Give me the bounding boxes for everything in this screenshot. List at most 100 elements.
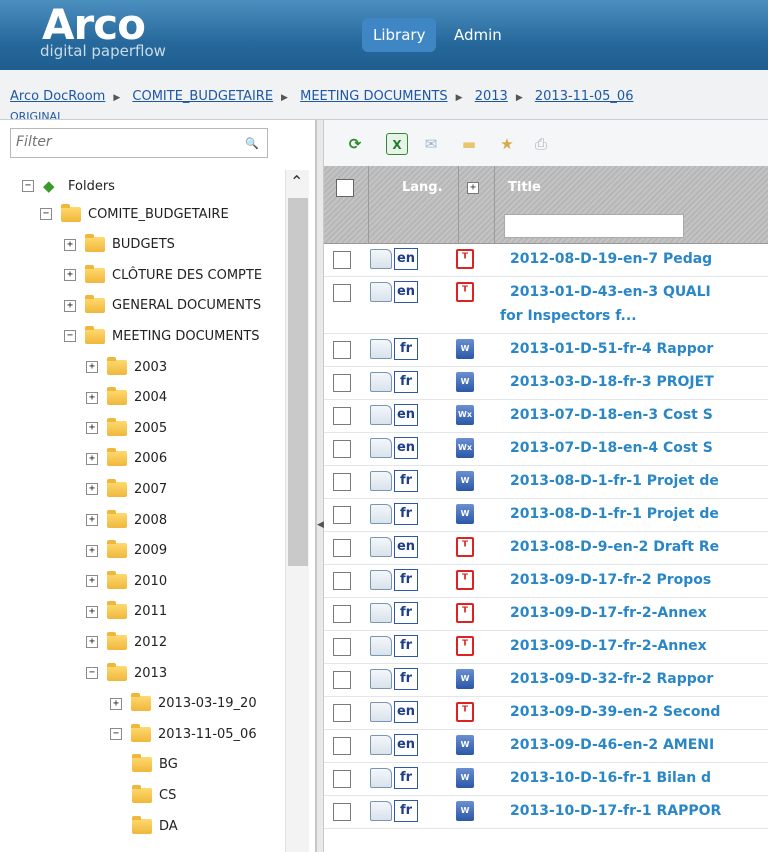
document-preview-icon[interactable] [370, 702, 392, 722]
tree-node[interactable]: + GENERAL DOCUMENTS [64, 294, 261, 318]
expand-icon[interactable]: + [86, 422, 98, 435]
print-icon[interactable]: ⎙ [530, 133, 552, 155]
pdf-icon[interactable]: ᵀ [456, 249, 474, 269]
tree-node[interactable]: +2004 [86, 386, 167, 410]
panel-splitter[interactable]: ◀ [316, 120, 324, 852]
table-row[interactable]: en W 2013-09-D-46-en-2 AMENI [324, 730, 768, 763]
document-title-link[interactable]: 2012-08-D-19-en-7 Pedag [510, 251, 712, 267]
document-preview-icon[interactable] [370, 372, 392, 392]
word-icon[interactable]: W [456, 372, 474, 392]
refresh-icon[interactable]: ⟳ [344, 133, 366, 155]
tree-node[interactable]: +2008 [86, 508, 167, 532]
word-icon[interactable]: W [456, 471, 474, 491]
document-title-link[interactable]: 2013-08-D-1-fr-1 Projet de [510, 473, 719, 489]
breadcrumb-overflow[interactable]: ORIGINAL [10, 110, 63, 119]
expand-icon[interactable]: + [86, 452, 98, 465]
collapse-icon[interactable]: − [40, 208, 52, 220]
table-row[interactable]: fr W 2013-08-D-1-fr-1 Projet de [324, 466, 768, 499]
expand-icon[interactable]: + [110, 697, 122, 710]
tree-node[interactable]: +2003 [86, 355, 167, 379]
document-preview-icon[interactable] [370, 570, 392, 590]
pdf-icon[interactable]: ᵀ [456, 570, 474, 590]
document-title-continued[interactable]: for Inspectors f... [500, 308, 637, 324]
document-title-link[interactable]: 2013-09-D-17-fr-2-Annex [510, 605, 707, 621]
word-icon[interactable]: W [456, 669, 474, 689]
breadcrumb-item[interactable]: Arco DocRoom [10, 89, 105, 104]
document-title-link[interactable]: 2013-10-D-16-fr-1 Bilan d [510, 770, 711, 786]
document-title-link[interactable]: 2013-09-D-17-fr-2-Annex [510, 638, 707, 654]
table-row[interactable]: en ᵀ 2013-08-D-9-en-2 Draft Re [324, 532, 768, 565]
row-checkbox[interactable] [333, 539, 351, 557]
filter-input[interactable] [11, 129, 231, 155]
breadcrumb-item[interactable]: MEETING DOCUMENTS [300, 89, 448, 104]
tree-node[interactable]: +2006 [86, 447, 167, 471]
document-preview-icon[interactable] [370, 636, 392, 656]
scroll-up-icon[interactable]: ⌃ [290, 172, 303, 191]
table-row[interactable]: fr W 2013-08-D-1-fr-1 Projet de [324, 499, 768, 532]
row-checkbox[interactable] [333, 251, 351, 269]
expand-icon[interactable]: + [86, 544, 98, 557]
tree-scrollbar[interactable]: ⌃ [285, 170, 309, 852]
row-checkbox[interactable] [333, 704, 351, 722]
search-icon[interactable]: 🔍 [245, 137, 259, 150]
arco-logo[interactable]: Arco digital paperflow [30, 0, 180, 64]
document-preview-icon[interactable] [370, 537, 392, 557]
tree-node[interactable]: − 2013 [86, 661, 167, 685]
table-row[interactable]: en ᵀ 2012-08-D-19-en-7 Pedag [324, 244, 768, 277]
table-row[interactable]: fr ᵀ 2013-09-D-17-fr-2-Annex [324, 631, 768, 664]
document-title-link[interactable]: 2013-10-D-17-fr-1 RAPPOR [510, 803, 721, 819]
document-title-link[interactable]: 2013-03-D-18-fr-3 PROJET [510, 374, 714, 390]
table-row[interactable]: fr ᵀ 2013-09-D-17-fr-2-Annex [324, 598, 768, 631]
row-checkbox[interactable] [333, 506, 351, 524]
breadcrumb-item[interactable]: 2013 [475, 89, 508, 104]
document-preview-icon[interactable] [370, 669, 392, 689]
document-title-link[interactable]: 2013-01-D-51-fr-4 Rappor [510, 341, 713, 357]
document-preview-icon[interactable] [370, 405, 392, 425]
document-title-link[interactable]: 2013-07-D-18-en-3 Cost S [510, 407, 713, 423]
expand-icon[interactable]: + [86, 636, 98, 649]
expand-all-icon[interactable]: + [467, 182, 479, 194]
word-protected-icon[interactable]: Wx [456, 438, 474, 458]
collapse-icon[interactable]: − [110, 728, 122, 741]
breadcrumb-item[interactable]: 2013-11-05_06 [535, 89, 634, 104]
breadcrumb-item[interactable]: COMITE_BUDGETAIRE [132, 89, 273, 104]
document-title-link[interactable]: 2013-08-D-1-fr-1 Projet de [510, 506, 719, 522]
table-row[interactable]: en ᵀ 2013-01-D-43-en-3 QUALI for Inspectors… [324, 277, 768, 334]
row-checkbox[interactable] [333, 803, 351, 821]
tree-node[interactable]: DA [132, 814, 178, 838]
row-checkbox[interactable] [333, 638, 351, 656]
pdf-icon[interactable]: ᵀ [456, 636, 474, 656]
table-row[interactable]: en Wx 2013-07-D-18-en-3 Cost S [324, 400, 768, 433]
word-icon[interactable]: W [456, 735, 474, 755]
pdf-icon[interactable]: ᵀ [456, 603, 474, 623]
expand-icon[interactable]: + [64, 238, 76, 251]
document-title-link[interactable]: 2013-09-D-46-en-2 AMENI [510, 737, 714, 753]
tree-node[interactable]: CS [132, 783, 176, 807]
expand-icon[interactable]: + [64, 299, 76, 312]
document-preview-icon[interactable] [370, 249, 392, 269]
table-row[interactable]: fr W 2013-10-D-17-fr-1 RAPPOR [324, 796, 768, 829]
tree-node[interactable]: − MEETING DOCUMENTS [64, 324, 260, 348]
row-checkbox[interactable] [333, 473, 351, 491]
row-checkbox[interactable] [333, 407, 351, 425]
row-checkbox[interactable] [333, 284, 351, 302]
tree-node[interactable]: +2010 [86, 569, 167, 593]
excel-export-icon[interactable]: X [386, 133, 408, 155]
table-row[interactable]: fr W 2013-01-D-51-fr-4 Rappor [324, 334, 768, 367]
word-protected-icon[interactable]: Wx [456, 405, 474, 425]
document-title-link[interactable]: 2013-09-D-32-fr-2 Rappor [510, 671, 713, 687]
document-preview-icon[interactable] [370, 282, 392, 302]
pdf-icon[interactable]: ᵀ [456, 537, 474, 557]
word-icon[interactable]: W [456, 801, 474, 821]
table-row[interactable]: en ᵀ 2013-09-D-39-en-2 Second [324, 697, 768, 730]
expand-icon[interactable]: + [86, 605, 98, 618]
tree-node[interactable]: +2013-03-19_20 [110, 692, 257, 716]
row-checkbox[interactable] [333, 605, 351, 623]
document-preview-icon[interactable] [370, 471, 392, 491]
expand-icon[interactable]: + [86, 575, 98, 588]
document-preview-icon[interactable] [370, 603, 392, 623]
document-preview-icon[interactable] [370, 438, 392, 458]
row-checkbox[interactable] [333, 671, 351, 689]
expand-icon[interactable]: + [86, 361, 98, 373]
row-checkbox[interactable] [333, 770, 351, 788]
